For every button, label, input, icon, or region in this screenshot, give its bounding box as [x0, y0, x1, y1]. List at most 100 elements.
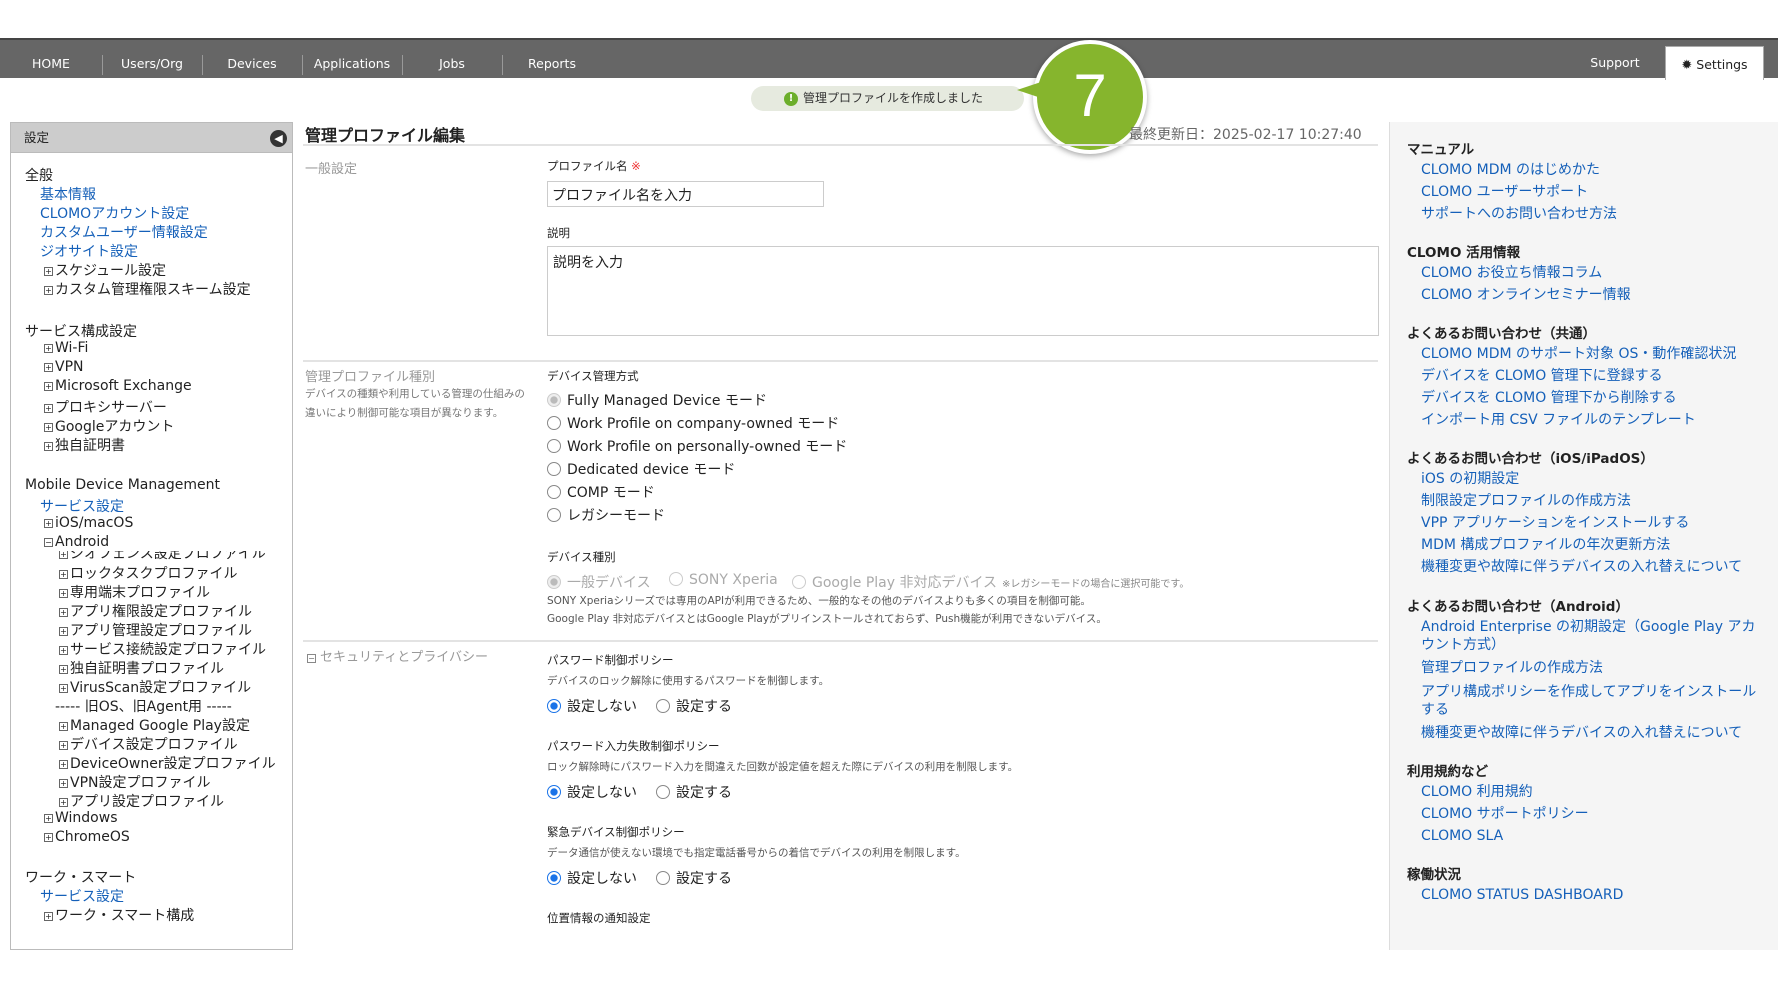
- help-link[interactable]: サポートへのお問い合わせ方法: [1421, 205, 1761, 223]
- sidebar-title: 設定: [24, 130, 50, 145]
- sidebar-item-custom-admin[interactable]: + カスタム管理権限スキーム設定: [44, 279, 251, 299]
- description-textarea[interactable]: 説明を入力: [547, 246, 1379, 336]
- sidebar-item-label: ワーク・スマート構成: [55, 908, 195, 924]
- radio-label: SONY Xperia: [689, 572, 778, 588]
- sidebar-item-app-permission[interactable]: + アプリ権限設定プロファイル: [59, 601, 252, 621]
- help-link[interactable]: CLOMO STATUS DASHBOARD: [1421, 886, 1761, 904]
- help-link[interactable]: CLOMO オンラインセミナー情報: [1421, 286, 1761, 304]
- sidebar-section-mdm: Mobile Device Management: [25, 477, 220, 493]
- help-link[interactable]: CLOMO サポートポリシー: [1421, 805, 1761, 823]
- success-toast: ! 管理プロファイルを作成しました: [751, 86, 1024, 111]
- help-link[interactable]: 管理プロファイルの作成方法: [1421, 659, 1761, 677]
- sidebar-item-vpn[interactable]: + VPN: [44, 359, 84, 375]
- emergency-policy-off[interactable]: 設定しない: [547, 868, 637, 888]
- help-link[interactable]: デバイスを CLOMO 管理下に登録する: [1421, 367, 1761, 385]
- help-link[interactable]: 機種変更や故障に伴うデバイスの入れ替えについて: [1421, 724, 1761, 742]
- mode-comp[interactable]: COMP モード: [547, 482, 655, 502]
- help-link[interactable]: VPP アプリケーションをインストールする: [1421, 514, 1761, 532]
- emergency-policy-on[interactable]: 設定する: [656, 868, 732, 888]
- password-policy-on[interactable]: 設定する: [656, 696, 732, 716]
- help-link[interactable]: CLOMO SLA: [1421, 827, 1761, 845]
- sidebar-link-custom-user[interactable]: カスタムユーザー情報設定: [40, 222, 208, 242]
- radio-icon: [547, 485, 561, 499]
- radio-label: Fully Managed Device モード: [567, 393, 767, 409]
- sidebar-item-virusscan[interactable]: + VirusScan設定プロファイル: [59, 677, 251, 697]
- sidebar-item-label: VPN設定プロファイル: [70, 775, 211, 791]
- sidebar-item-vpn-profile[interactable]: + VPN設定プロファイル: [59, 772, 211, 792]
- sidebar-item-worksmart-config[interactable]: + ワーク・スマート構成: [44, 905, 194, 925]
- policy-fail-title: パスワード入力失敗制御ポリシー: [547, 739, 720, 753]
- mode-dedicated[interactable]: Dedicated device モード: [547, 459, 735, 479]
- sidebar-item-managed-gplay[interactable]: + Managed Google Play設定: [59, 715, 250, 735]
- help-link[interactable]: デバイスを CLOMO 管理下から削除する: [1421, 389, 1761, 407]
- sidebar-item-device-settings[interactable]: + デバイス設定プロファイル: [59, 734, 238, 754]
- nav-applications[interactable]: Applications: [308, 40, 396, 78]
- sidebar-item-service-connection[interactable]: + サービス接続設定プロファイル: [59, 639, 266, 659]
- sidebar-item-ios-macos[interactable]: + iOS/macOS: [44, 515, 133, 531]
- sidebar-link-basic-info[interactable]: 基本情報: [40, 184, 96, 204]
- mode-legacy[interactable]: レガシーモード: [547, 505, 665, 525]
- help-link[interactable]: CLOMO お役立ち情報コラム: [1421, 264, 1761, 282]
- sidebar-item-google-account[interactable]: + Googleアカウント: [44, 416, 174, 436]
- radio-icon: [656, 699, 670, 713]
- sidebar-item-label: サービス接続設定プロファイル: [70, 642, 266, 658]
- policy-emergency-desc: データ通信が使えない環境でも指定電話番号からの着信でデバイスの利用を制限します。: [547, 847, 966, 859]
- sidebar-link-mdm-service[interactable]: サービス設定: [40, 496, 124, 516]
- collapse-sidebar-icon[interactable]: ◀: [270, 130, 287, 147]
- mode-fully-managed[interactable]: Fully Managed Device モード: [547, 390, 767, 410]
- device-sony-xperia[interactable]: SONY Xperia: [669, 572, 778, 588]
- sidebar-item-cert-profile[interactable]: + 独自証明書プロファイル: [59, 658, 224, 678]
- help-link[interactable]: インポート用 CSV ファイルのテンプレート: [1421, 411, 1761, 429]
- help-link[interactable]: CLOMO ユーザーサポート: [1421, 183, 1761, 201]
- radio-icon: [547, 439, 561, 453]
- help-group-title: 利用規約など: [1407, 764, 1488, 780]
- sidebar-item-label: カスタム管理権限スキーム設定: [55, 282, 251, 298]
- help-link[interactable]: 機種変更や故障に伴うデバイスの入れ替えについて: [1421, 558, 1761, 576]
- help-link[interactable]: CLOMO MDM のサポート対象 OS・動作確認状況: [1421, 345, 1761, 363]
- device-general[interactable]: 一般デバイス: [547, 572, 651, 592]
- sidebar-item-wifi[interactable]: + Wi-Fi: [44, 340, 88, 356]
- mode-work-profile-personal[interactable]: Work Profile on personally-owned モード: [547, 436, 847, 456]
- nav-reports[interactable]: Reports: [512, 40, 592, 78]
- device-no-gplay[interactable]: Google Play 非対応デバイス: [792, 572, 997, 592]
- sidebar-item-app-management[interactable]: + アプリ管理設定プロファイル: [59, 620, 252, 640]
- sidebar-item-schedule[interactable]: + スケジュール設定: [44, 260, 166, 280]
- sidebar-item-app-settings[interactable]: + アプリ設定プロファイル: [59, 791, 224, 811]
- sidebar-item-exchange[interactable]: + Microsoft Exchange: [44, 378, 192, 394]
- help-link[interactable]: iOS の初期設定: [1421, 470, 1761, 488]
- sidebar-item-dedicated[interactable]: + 専用端末プロファイル: [59, 582, 210, 602]
- sidebar-item-locktask[interactable]: + ロックタスクプロファイル: [59, 563, 237, 583]
- expand-icon: +: [44, 382, 53, 391]
- help-link[interactable]: CLOMO 利用規約: [1421, 783, 1761, 801]
- mode-work-profile-company[interactable]: Work Profile on company-owned モード: [547, 413, 839, 433]
- nav-users-org[interactable]: Users/Org: [112, 40, 192, 78]
- help-link[interactable]: CLOMO MDM のはじめかた: [1421, 161, 1761, 179]
- sidebar-item-deviceowner[interactable]: + DeviceOwner設定プロファイル: [59, 753, 276, 773]
- nav-settings-tab[interactable]: ✹ Settings: [1665, 46, 1764, 80]
- help-link[interactable]: アプリ構成ポリシーを作成してアプリをインストールする: [1421, 683, 1761, 719]
- help-link[interactable]: MDM 構成プロファイルの年次更新方法: [1421, 536, 1761, 554]
- password-policy-off[interactable]: 設定しない: [547, 696, 637, 716]
- sidebar-link-geosite[interactable]: ジオサイト設定: [40, 241, 138, 261]
- profile-name-input[interactable]: プロファイル名を入力: [547, 181, 824, 207]
- radio-icon: [669, 572, 683, 586]
- last-updated: 最終更新日：2025-02-17 10:27:40: [1129, 127, 1362, 143]
- nav-jobs[interactable]: Jobs: [412, 40, 492, 78]
- radio-label: Work Profile on company-owned モード: [567, 416, 840, 432]
- sidebar-item-certificate[interactable]: + 独自証明書: [44, 435, 125, 455]
- nav-home[interactable]: HOME: [20, 40, 82, 78]
- help-link[interactable]: 制限設定プロファイルの作成方法: [1421, 492, 1761, 510]
- sidebar-item-windows[interactable]: + Windows: [44, 810, 118, 826]
- fail-policy-off[interactable]: 設定しない: [547, 782, 637, 802]
- nav-devices[interactable]: Devices: [212, 40, 292, 78]
- help-link[interactable]: Android Enterprise の初期設定（Google Play アカウ…: [1421, 618, 1761, 654]
- sidebar-link-account[interactable]: CLOMOアカウント設定: [40, 203, 189, 223]
- sidebar-item-android[interactable]: − Android: [44, 534, 109, 550]
- section-security-toggle[interactable]: − セキュリティとプライバシー: [307, 646, 488, 665]
- sidebar-item-chromeos[interactable]: + ChromeOS: [44, 829, 130, 845]
- sidebar-item-proxy[interactable]: + プロキシサーバー: [44, 397, 167, 417]
- sidebar-link-worksmart-service[interactable]: サービス設定: [40, 886, 124, 906]
- nav-support[interactable]: Support: [1580, 40, 1650, 78]
- sidebar-item-geofence[interactable]: + ジオフェンス設定プロファイル: [59, 551, 266, 563]
- fail-policy-on[interactable]: 設定する: [656, 782, 732, 802]
